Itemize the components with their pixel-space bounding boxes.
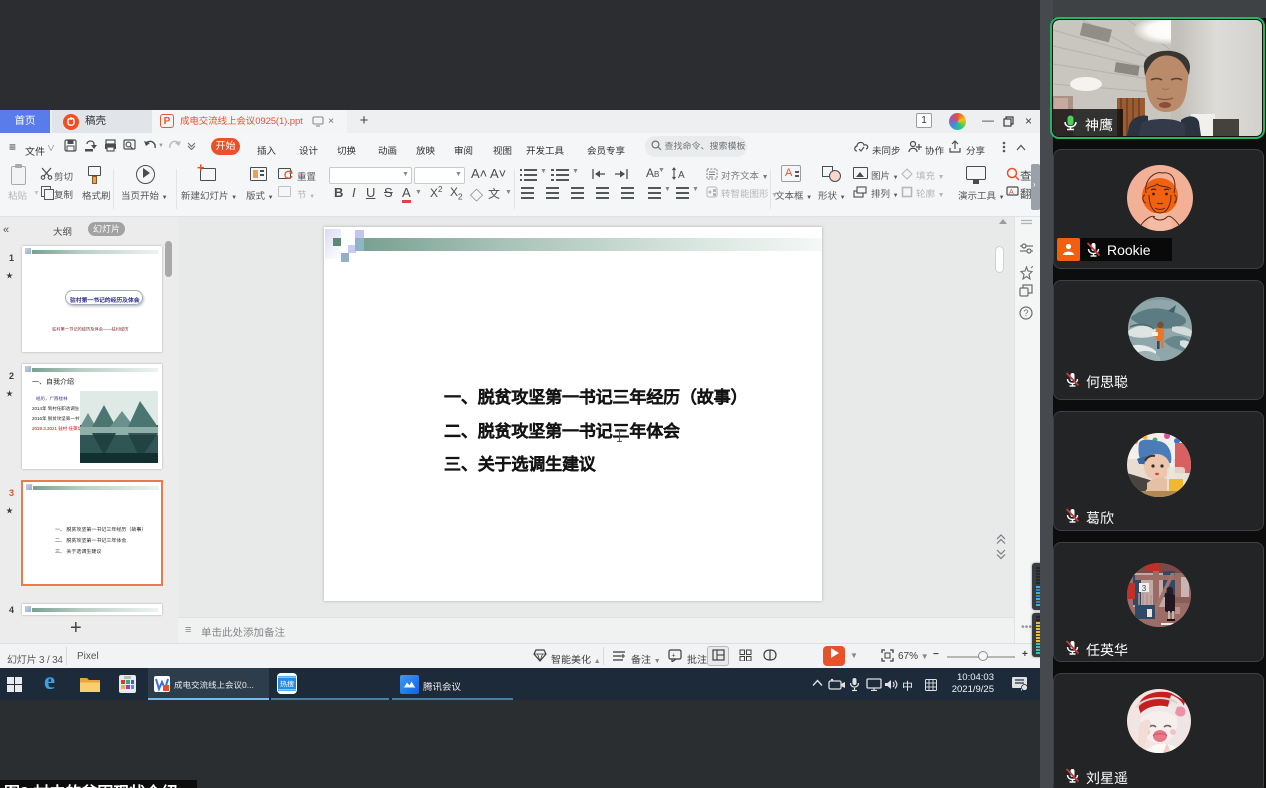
svg-text:?: ? [1024, 308, 1029, 318]
svg-text:3: 3 [1142, 584, 1147, 593]
svg-text:A: A [678, 170, 685, 180]
svg-text:A: A [1009, 189, 1014, 196]
svg-text:+: + [672, 653, 676, 660]
svg-text:©: © [1179, 622, 1184, 627]
svg-text:热搜: 热搜 [280, 681, 294, 689]
